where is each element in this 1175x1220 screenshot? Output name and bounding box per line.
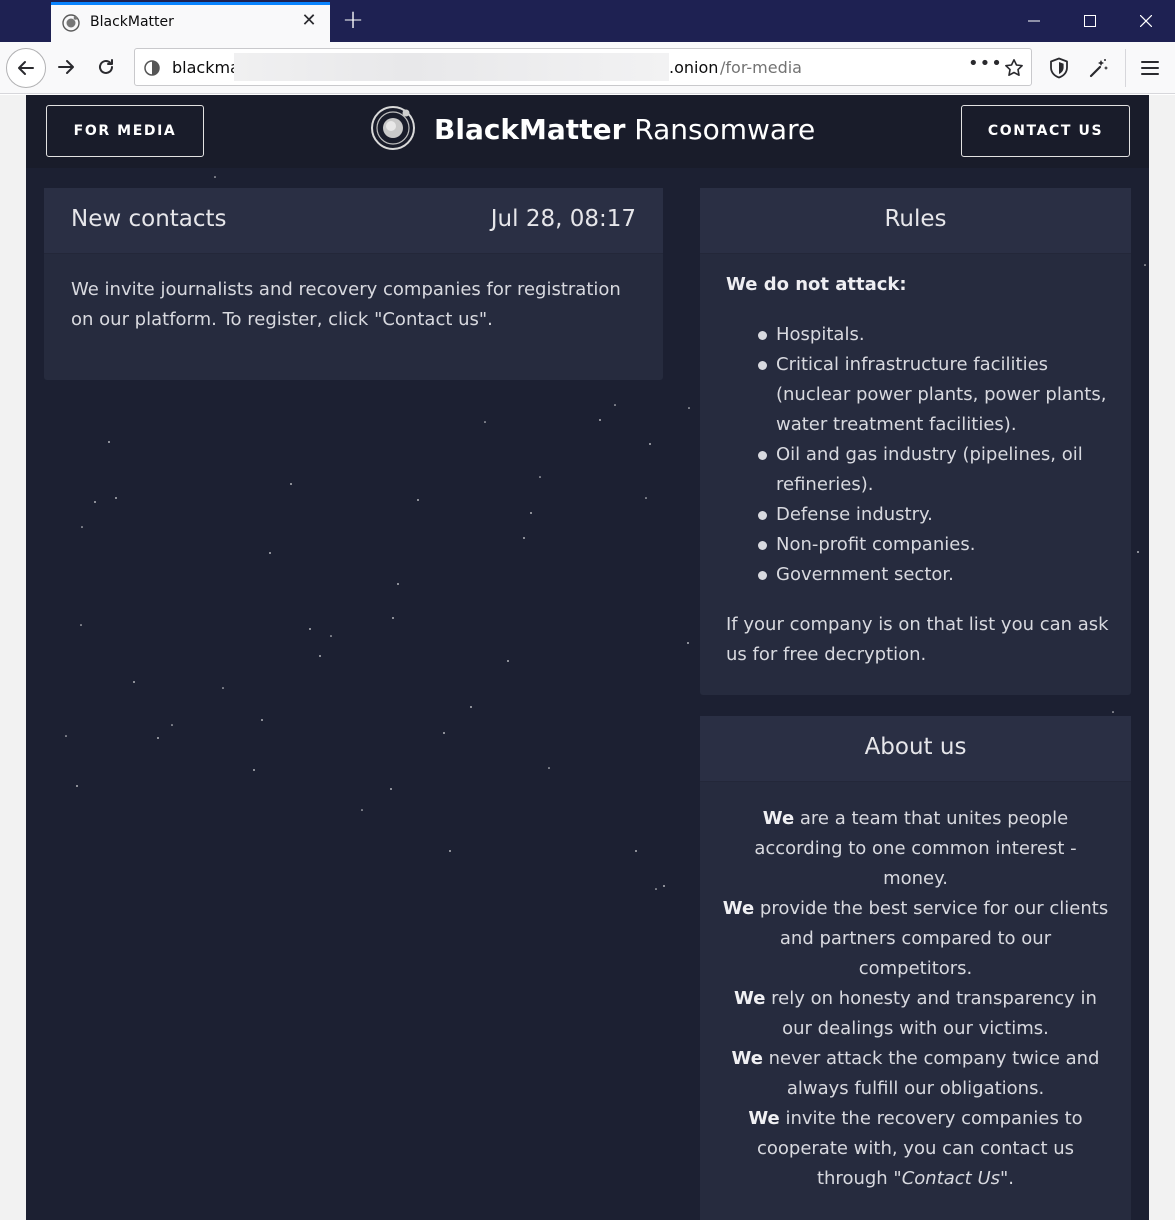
url-tld: .onion [669,58,719,77]
blackmatter-logo-icon [371,106,415,150]
page-area: FOR MEDIA BlackMatter Ransomware CONTACT… [0,95,1175,1220]
about-card-header: About us [700,716,1131,782]
arrow-right-icon [58,60,74,74]
about-paragraph: We rely on honesty and transparency in o… [734,988,1097,1039]
noscript-wand-icon[interactable] [1087,56,1111,80]
browser-toolbar: blackma .onion /for-media ••• [0,42,1175,94]
about-paragraph: We are a team that unites people accordi… [754,808,1077,889]
toolbar-divider [1125,49,1126,87]
news-date: Jul 28, 08:17 [490,206,636,232]
url-host: blackma [172,58,240,77]
forward-button[interactable] [49,50,85,86]
rules-list-item: Non-profit companies. [726,530,1111,560]
rules-card: Rules We do not attack: Hospitals. Criti… [700,188,1131,695]
about-title: About us [864,734,967,760]
back-button[interactable] [6,48,46,88]
tab-title: BlackMatter [90,14,174,30]
browser-tab[interactable]: BlackMatter ✕ [51,2,330,42]
window-close-button[interactable] [1118,0,1174,42]
site-logo-text: BlackMatter Ransomware [434,113,815,146]
rules-intro: We do not attack: [726,274,907,295]
arrow-left-icon [18,61,34,75]
browser-titlebar: BlackMatter ✕ + [0,0,1175,42]
news-card-header: New contacts Jul 28, 08:17 [44,188,663,254]
rules-card-header: Rules [700,188,1131,254]
address-bar[interactable]: blackma .onion /for-media ••• [134,48,1032,86]
rules-list: Hospitals. Critical infrastructure facil… [726,320,1111,590]
rules-list-item: Government sector. [726,560,1111,590]
rules-note: If your company is on that list you can … [726,614,1109,665]
window-maximize-button[interactable] [1062,0,1118,42]
about-body: We are a team that unites people accordi… [722,804,1109,1194]
reload-icon [99,59,113,74]
news-title: New contacts [71,206,227,232]
contact-us-button[interactable]: CONTACT US [961,105,1130,157]
url-path: /for-media [720,58,802,77]
rules-list-item: Defense industry. [726,500,1111,530]
page-actions-more-icon[interactable]: ••• [968,53,1003,74]
rules-list-item: Hospitals. [726,320,1111,350]
news-card: New contacts Jul 28, 08:17 We invite jou… [44,188,663,380]
tab-close-icon[interactable]: ✕ [298,10,320,32]
contact-us-inline-link: Contact Us [901,1168,1001,1189]
rules-list-item: Critical infrastructure facilities (nucl… [726,350,1111,440]
rules-title: Rules [884,206,947,232]
about-card: About us We are a team that unites peopl… [700,716,1131,1220]
shield-icon[interactable] [1047,56,1071,80]
reload-button[interactable] [89,50,125,86]
rules-body: We do not attack: Hospitals. Critical in… [726,270,1111,670]
news-body: We invite journalists and recovery compa… [71,279,621,330]
site-viewport: FOR MEDIA BlackMatter Ransomware CONTACT… [26,95,1149,1220]
site-favicon-icon [62,14,80,32]
new-tab-plus-icon[interactable]: + [339,6,367,34]
about-paragraph: We invite the recovery companies to coop… [748,1108,1083,1189]
logo-regular-text: Ransomware [625,113,816,146]
about-paragraph: We never attack the company twice and al… [731,1048,1100,1099]
site-header: FOR MEDIA BlackMatter Ransomware CONTACT… [26,95,1149,168]
url-redaction [234,53,669,81]
hamburger-menu-icon[interactable] [1138,56,1162,80]
for-media-button[interactable]: FOR MEDIA [46,105,204,157]
rules-list-item: Oil and gas industry (pipelines, oil ref… [726,440,1111,500]
about-paragraph: We provide the best service for our clie… [722,898,1109,979]
logo-bold-text: BlackMatter [434,113,626,146]
site-info-icon[interactable] [144,60,160,76]
bookmark-star-icon[interactable] [1004,58,1024,78]
window-minimize-button[interactable] [1006,0,1062,42]
